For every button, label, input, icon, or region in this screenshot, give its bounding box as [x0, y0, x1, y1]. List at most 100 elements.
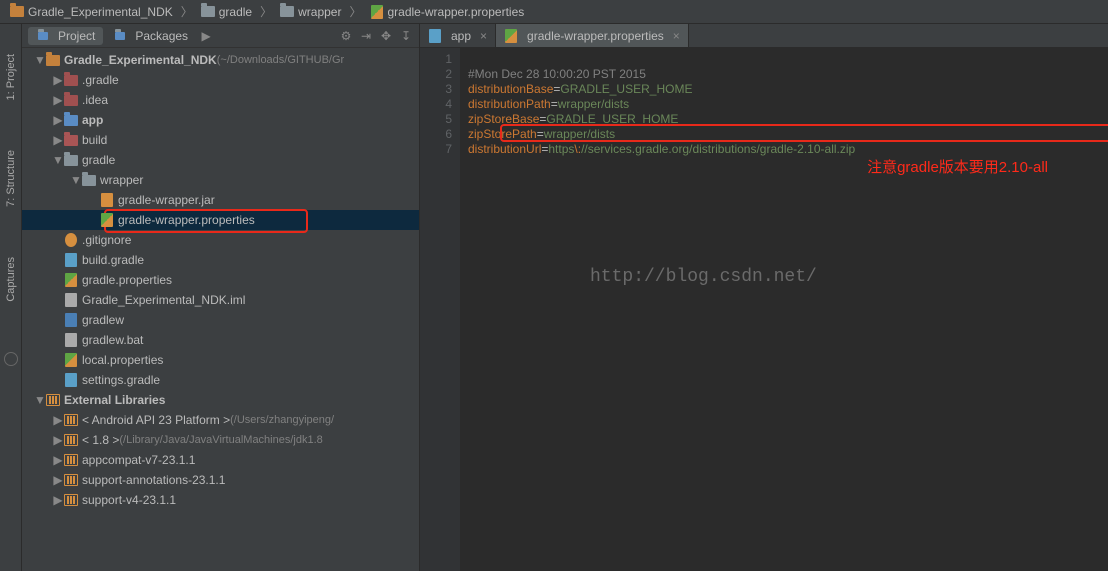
annotation-text: 注意gradle版本要用2.10-all: [867, 160, 1048, 175]
tree-row[interactable]: ▶build: [22, 130, 419, 150]
tree-row[interactable]: ▼ External Libraries: [22, 390, 419, 410]
editor-tab[interactable]: gradle-wrapper.properties ×: [496, 24, 689, 47]
tree-row[interactable]: gradle.properties: [22, 270, 419, 290]
node-label: .idea: [82, 93, 108, 107]
project-panel: ProjectPackages ▶ ⚙ ⇥ ✥ ↧ ▼Gradle_Experi…: [22, 24, 420, 571]
line-number: 1: [424, 52, 452, 67]
props-icon: [370, 5, 384, 19]
line-number: 7: [424, 142, 452, 157]
code-area[interactable]: 1234567 #Mon Dec 28 10:00:20 PST 2015 di…: [420, 48, 1108, 571]
tree-row[interactable]: gradle-wrapper.properties: [22, 210, 419, 230]
expand-icon[interactable]: ▶: [52, 453, 64, 467]
editor-tabs: app× gradle-wrapper.properties ×: [420, 24, 1108, 48]
file-icon: [64, 273, 78, 287]
editor-tab[interactable]: app×: [420, 24, 496, 47]
expand-icon[interactable]: ▶: [52, 473, 64, 487]
expand-icon[interactable]: ▼: [52, 153, 64, 167]
panel-tab[interactable]: Project: [28, 27, 103, 45]
collapse-icon[interactable]: ⇥: [359, 29, 373, 43]
file-icon: [64, 113, 78, 127]
hide-icon[interactable]: ↧: [399, 29, 413, 43]
tree-row[interactable]: gradle-wrapper.jar: [22, 190, 419, 210]
tree-row[interactable]: ▼gradle: [22, 150, 419, 170]
tree-row[interactable]: ▶ .idea: [22, 90, 419, 110]
tree-row[interactable]: ▼Gradle_Experimental_NDK (~/Downloads/GI…: [22, 50, 419, 70]
panel-dropdown-icon[interactable]: ▶: [200, 29, 212, 43]
breadcrumb-item[interactable]: Gradle_Experimental_NDK: [4, 5, 179, 19]
node-label: appcompat-v7-23.1.1: [82, 453, 195, 467]
node-label: .gitignore: [82, 233, 131, 247]
breadcrumb-item[interactable]: gradle: [195, 5, 258, 19]
breadcrumb-separator-icon: 〉: [181, 3, 193, 20]
file-icon: [64, 473, 78, 487]
expand-icon[interactable]: ▶: [52, 133, 64, 147]
code-value: //services.gradle.org/distributions/grad…: [581, 142, 855, 156]
code-content[interactable]: #Mon Dec 28 10:00:20 PST 2015 distributi…: [460, 48, 1108, 571]
rail-icon[interactable]: [4, 352, 18, 366]
tree-row[interactable]: ▶< Android API 23 Platform > (/Users/zha…: [22, 410, 419, 430]
breadcrumb-label: Gradle_Experimental_NDK: [28, 5, 173, 19]
breadcrumb-label: gradle-wrapper.properties: [388, 5, 525, 19]
line-number: 5: [424, 112, 452, 127]
expand-icon[interactable]: ▼: [34, 53, 46, 67]
tab-file-icon: [504, 29, 518, 43]
tree-row[interactable]: build.gradle: [22, 250, 419, 270]
file-icon: [64, 153, 78, 167]
file-icon: [64, 233, 78, 247]
file-icon: [64, 133, 78, 147]
project-tree: ▼Gradle_Experimental_NDK (~/Downloads/GI…: [22, 48, 419, 512]
tree-row[interactable]: ▶.gradle: [22, 70, 419, 90]
node-path: (/Library/Java/JavaVirtualMachines/jdk1.…: [119, 434, 322, 446]
file-icon: [64, 293, 78, 307]
node-label: gradle-wrapper.properties: [118, 213, 255, 227]
expand-icon[interactable]: ▼: [34, 393, 46, 407]
rail-item[interactable]: Captures: [5, 257, 17, 302]
breadcrumb-item[interactable]: gradle-wrapper.properties: [364, 5, 531, 19]
gear-icon[interactable]: ⚙: [339, 29, 353, 43]
target-icon[interactable]: ✥: [379, 29, 393, 43]
code-value: wrapper/dists: [544, 127, 615, 141]
breadcrumb: Gradle_Experimental_NDK〉gradle〉wrapper〉g…: [0, 0, 1108, 24]
expand-icon[interactable]: ▶: [52, 433, 64, 447]
close-icon[interactable]: ×: [673, 29, 680, 43]
breadcrumb-item[interactable]: wrapper: [274, 5, 347, 19]
expand-icon[interactable]: ▶: [52, 73, 64, 87]
tree-row[interactable]: ▶ < 1.8 > (/Library/Java/JavaVirtualMachi…: [22, 430, 419, 450]
file-icon: [64, 73, 78, 87]
tree-row[interactable]: .gitignore: [22, 230, 419, 250]
tree-row[interactable]: gradlew: [22, 310, 419, 330]
close-icon[interactable]: ×: [480, 29, 487, 43]
panel-tab[interactable]: Packages: [105, 27, 196, 45]
rail-item[interactable]: 7: Structure: [5, 150, 17, 207]
tree-row[interactable]: ▶app: [22, 110, 419, 130]
file-icon: [64, 373, 78, 387]
expand-icon[interactable]: ▶: [52, 113, 64, 127]
expand-icon[interactable]: ▶: [52, 413, 64, 427]
expand-icon[interactable]: ▼: [70, 173, 82, 187]
tree-row[interactable]: ▶ support-v4-23.1.1: [22, 490, 419, 510]
tree-row[interactable]: local.properties: [22, 350, 419, 370]
tree-row[interactable]: ▶ appcompat-v7-23.1.1: [22, 450, 419, 470]
rail-item[interactable]: 1: Project: [5, 54, 17, 100]
project-icon: [10, 5, 24, 19]
node-label: gradle-wrapper.jar: [118, 193, 215, 207]
code-key: zipStoreBase: [468, 112, 539, 126]
file-icon: [64, 493, 78, 507]
node-label: < 1.8 >: [82, 433, 119, 447]
tree-row[interactable]: Gradle_Experimental_NDK.iml: [22, 290, 419, 310]
expand-icon[interactable]: ▶: [52, 93, 64, 107]
tree-row[interactable]: ▼wrapper: [22, 170, 419, 190]
file-icon: [46, 393, 60, 407]
file-icon: [64, 433, 78, 447]
node-label: support-annotations-23.1.1: [82, 473, 225, 487]
watermark: http://blog.csdn.net/: [590, 270, 817, 285]
tree-row[interactable]: ▶ support-annotations-23.1.1: [22, 470, 419, 490]
code-key: distributionBase: [468, 82, 553, 96]
node-label: support-v4-23.1.1: [82, 493, 176, 507]
code-value: GRADLE_USER_HOME: [546, 112, 678, 126]
node-label: External Libraries: [64, 393, 165, 407]
expand-icon[interactable]: ▶: [52, 493, 64, 507]
tab-label: gradle-wrapper.properties: [527, 29, 664, 43]
tree-row[interactable]: gradlew.bat: [22, 330, 419, 350]
tree-row[interactable]: settings.gradle: [22, 370, 419, 390]
